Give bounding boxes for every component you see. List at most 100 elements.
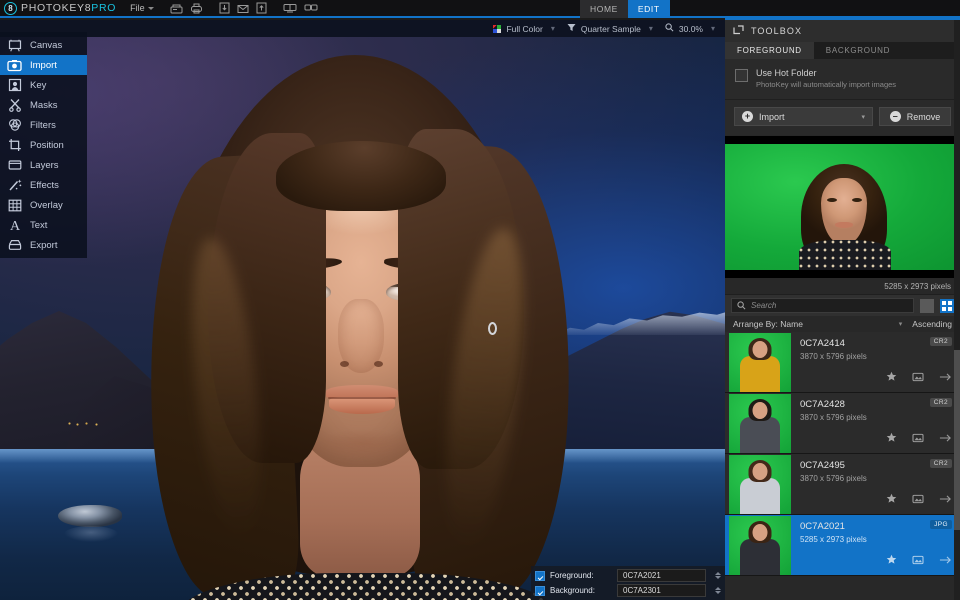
star-icon[interactable]	[886, 491, 897, 509]
foreground-stepper[interactable]	[711, 572, 725, 579]
tab-background[interactable]: BACKGROUND	[814, 42, 902, 59]
star-icon[interactable]	[886, 430, 897, 448]
file-info: 0C7A2414 3870 x 5796 pixels CR2	[791, 332, 960, 392]
sidebar-item-masks[interactable]: Masks	[0, 95, 87, 115]
file-info: 0C7A2021 5285 x 2973 pixels JPG	[791, 515, 960, 575]
search-box[interactable]	[731, 298, 914, 313]
sidebar-item-key[interactable]: Key	[0, 75, 87, 95]
sidebar-item-canvas[interactable]: Canvas	[0, 35, 87, 55]
scrollbar-thumb[interactable]	[954, 350, 960, 530]
tab-edit[interactable]: EDIT	[627, 0, 670, 18]
arrow-right-icon[interactable]	[939, 369, 952, 387]
image-icon[interactable]	[912, 369, 924, 387]
file-thumbnail	[729, 333, 791, 392]
list-view-icon[interactable]	[920, 298, 934, 313]
mail-icon[interactable]	[237, 3, 249, 14]
key-person-icon	[7, 78, 22, 93]
file-thumbnail	[729, 516, 791, 575]
link-icon[interactable]	[304, 3, 318, 13]
application-window: 8 PHOTOKEY8PRO File HOME EDIT Full Color…	[0, 0, 960, 600]
sidebar-item-text[interactable]: A Text	[0, 215, 87, 235]
app-title-pro: PRO	[91, 2, 117, 14]
image-icon[interactable]	[912, 430, 924, 448]
background-stepper[interactable]	[711, 587, 725, 594]
sidebar-item-export[interactable]: Export	[0, 235, 87, 255]
table-row[interactable]: 0C7A2414 3870 x 5796 pixels CR2	[725, 332, 960, 393]
image-icon[interactable]	[912, 491, 924, 509]
image-icon[interactable]	[912, 552, 924, 570]
background-label: Background:	[550, 586, 595, 595]
foreground-value[interactable]: 0C7A2021	[617, 569, 706, 582]
color-mode-caret-icon[interactable]: ▾	[551, 24, 559, 33]
import-button[interactable]: + Import ▾	[734, 107, 873, 126]
sidebar-item-filters[interactable]: Filters	[0, 115, 87, 135]
chevron-down-icon[interactable]: ▾	[861, 113, 865, 121]
dual-screen-icon[interactable]	[283, 3, 297, 13]
file-list-scrollbar[interactable]	[954, 20, 960, 600]
subject-chin-shadow	[318, 429, 408, 459]
stepper-down-icon[interactable]	[715, 576, 721, 579]
stepper-down-icon[interactable]	[715, 591, 721, 594]
file-search-row	[725, 294, 960, 316]
layer-selection-overlay: Foreground: 0C7A2021 Background: 0C7A230…	[531, 566, 725, 600]
color-mode-selector[interactable]: Full Color	[485, 24, 550, 34]
grid-view-icon[interactable]	[940, 298, 954, 313]
stepper-up-icon[interactable]	[715, 572, 721, 575]
sidebar-item-label: Text	[30, 219, 48, 231]
image-canvas[interactable]	[0, 37, 725, 600]
minus-icon: –	[889, 111, 901, 122]
background-checkbox[interactable]	[535, 585, 545, 596]
hot-folder-option[interactable]: Use Hot Folder PhotoKey will automatical…	[725, 59, 960, 100]
arrange-by-label[interactable]: Arrange By: Name	[733, 319, 803, 329]
file-thumbnail	[729, 455, 791, 514]
color-swatch-icon	[493, 24, 502, 33]
foreground-checkbox[interactable]	[535, 570, 545, 581]
printer-icon[interactable]	[190, 3, 203, 14]
sidebar-item-label: Filters	[30, 119, 56, 131]
stepper-up-icon[interactable]	[715, 587, 721, 590]
arrow-right-icon[interactable]	[939, 552, 952, 570]
menu-file[interactable]: File	[130, 3, 154, 13]
thumb-head	[752, 402, 768, 419]
sidebar-item-import[interactable]: Import	[0, 55, 87, 75]
file-dimensions: 3870 x 5796 pixels	[800, 474, 867, 483]
background-value[interactable]: 0C7A2301	[617, 584, 706, 597]
sidebar-item-effects[interactable]: Effects	[0, 175, 87, 195]
hot-folder-checkbox[interactable]	[735, 69, 748, 82]
sample-mode-caret-icon[interactable]: ▾	[649, 24, 657, 33]
zoom-selector[interactable]: 30.0%	[657, 23, 711, 34]
toolbox-tabs: FOREGROUND BACKGROUND	[725, 42, 960, 59]
tab-foreground[interactable]: FOREGROUND	[725, 42, 814, 59]
sidebar-item-overlay[interactable]: Overlay	[0, 195, 87, 215]
star-icon[interactable]	[886, 552, 897, 570]
layers-icon	[7, 158, 22, 173]
star-icon[interactable]	[886, 369, 897, 387]
table-row[interactable]: 0C7A2495 3870 x 5796 pixels CR2	[725, 454, 960, 515]
sample-mode-selector[interactable]: Quarter Sample	[559, 23, 649, 34]
sidebar-item-layers[interactable]: Layers	[0, 155, 87, 175]
foreground-preview[interactable]	[725, 136, 960, 278]
save-icon[interactable]	[219, 2, 230, 14]
file-info: 0C7A2495 3870 x 5796 pixels CR2	[791, 454, 960, 514]
table-row[interactable]: 0C7A2428 3870 x 5796 pixels CR2	[725, 393, 960, 454]
menu-file-label: File	[130, 3, 145, 13]
sidebar-item-position[interactable]: Position	[0, 135, 87, 155]
preview-eye-right	[852, 198, 862, 202]
table-row[interactable]: 0C7A2021 5285 x 2973 pixels JPG	[725, 515, 960, 576]
arrow-right-icon[interactable]	[939, 491, 952, 509]
arrange-caret-icon[interactable]: ▾	[899, 320, 903, 328]
export-icon[interactable]	[256, 2, 267, 14]
mode-tabs: HOME EDIT	[580, 0, 670, 18]
arrow-right-icon[interactable]	[939, 430, 952, 448]
remove-button[interactable]: – Remove	[879, 107, 951, 126]
scanner-icon[interactable]	[170, 3, 183, 14]
zoom-caret-icon[interactable]: ▾	[711, 24, 719, 33]
filters-icon	[7, 118, 22, 133]
tab-home[interactable]: HOME	[580, 0, 628, 18]
sample-mode-label: Quarter Sample	[580, 23, 641, 34]
scissors-icon	[7, 98, 22, 113]
search-input[interactable]	[751, 301, 908, 310]
toolbox-header: TOOLBOX	[725, 20, 960, 42]
external-window-icon[interactable]	[733, 22, 744, 40]
sort-order-label[interactable]: Ascending	[912, 319, 952, 329]
